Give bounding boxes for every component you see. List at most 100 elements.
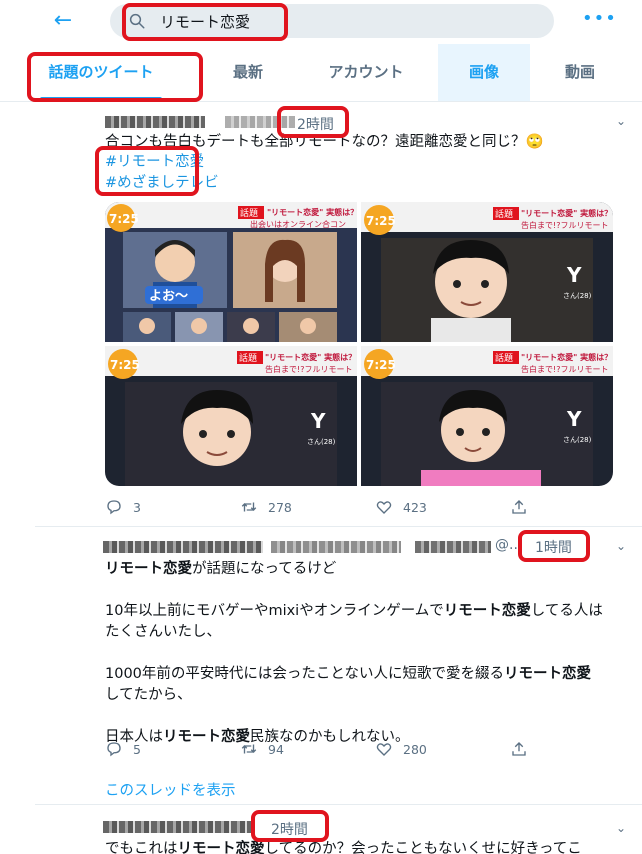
media-image[interactable]: 7:25 話題 "リモート恋愛" 実態は？ 告白まで!?フルリモート Y さん(… xyxy=(361,202,613,342)
retweet-count: 94 xyxy=(268,741,284,757)
reply-button[interactable]: 5 xyxy=(105,740,141,760)
clock-text: 7:25 xyxy=(110,358,140,372)
topic-badge: 話題 xyxy=(239,352,257,364)
tweet[interactable]: @... 1時間 ⌄ リモート恋愛が話題になってるけど 10年以上前にモバゲーや… xyxy=(35,527,642,805)
user-name-redacted xyxy=(103,821,253,833)
more-options-icon[interactable]: ••• xyxy=(582,8,617,29)
share-icon xyxy=(512,742,526,756)
user-name-redacted xyxy=(103,541,263,553)
person-note: さん(28) xyxy=(307,438,336,446)
subheadline-text: 告白まで!?フルリモート xyxy=(265,364,352,374)
heart-icon xyxy=(376,743,392,756)
keyword: リモート恋愛 xyxy=(177,841,265,854)
tv-screenshot: 7:25 話題 "リモート恋愛" 実態は？ 告白まで!?フルリモート Y さん(… xyxy=(361,202,613,342)
headline-text: "リモート恋愛" 実態は？ xyxy=(267,207,357,217)
subheadline-text: 告白まで!?フルリモート xyxy=(521,220,608,230)
like-button[interactable]: 423 xyxy=(375,498,427,518)
reply-count: 5 xyxy=(133,741,141,757)
text-part: 1000年前の平安時代には会ったことない人に短歌で愛を綴る xyxy=(105,666,504,682)
text-part: してる人は xyxy=(530,603,603,619)
retweet-count: 278 xyxy=(268,499,292,515)
show-thread-link[interactable]: このスレッドを表示 xyxy=(105,779,236,800)
person-letter: Y xyxy=(310,409,326,433)
user-name-redacted xyxy=(105,116,205,128)
user-handle-redacted xyxy=(225,116,295,128)
clock-text: 7:25 xyxy=(366,214,396,228)
topic-badge: 話題 xyxy=(495,352,513,364)
top-bar: ← リモート恋愛 ••• xyxy=(0,0,642,44)
retweet-button[interactable]: 278 xyxy=(240,498,292,518)
text-part: たくさんいたし、 xyxy=(105,624,221,640)
person-note: さん(28) xyxy=(563,292,592,300)
like-count: 423 xyxy=(403,499,427,515)
tweet-time[interactable]: 2時間 xyxy=(297,114,334,134)
retweet-button[interactable]: 94 xyxy=(240,740,284,760)
person-note: さん(28) xyxy=(563,436,592,444)
subheadline-text: 告白まで!?フルリモート xyxy=(521,364,608,374)
keyword: リモート恋愛 xyxy=(105,561,192,577)
tab-top-tweets[interactable]: 話題のツイート xyxy=(0,44,202,101)
hashtags: #リモート恋愛 #めざましテレビ xyxy=(105,152,219,194)
headline-text: "リモート恋愛" 実態は？ xyxy=(265,352,356,362)
share-icon xyxy=(512,500,526,514)
clock-text: 7:25 xyxy=(109,212,139,226)
hashtag-link[interactable]: #めざましテレビ xyxy=(105,173,219,194)
hashtag-link[interactable]: #リモート恋愛 xyxy=(105,152,219,173)
tab-accounts[interactable]: アカウント xyxy=(294,44,438,101)
heart-icon xyxy=(376,501,392,514)
back-arrow-icon[interactable]: ← xyxy=(48,8,78,34)
text-part: が話題になってるけど xyxy=(192,561,337,577)
clock-text: 7:25 xyxy=(366,358,396,372)
search-icon xyxy=(129,13,145,29)
search-box[interactable]: リモート恋愛 xyxy=(110,4,554,38)
reply-button[interactable]: 3 xyxy=(105,498,141,518)
person-letter: Y xyxy=(566,263,582,287)
topic-badge: 話題 xyxy=(240,207,258,219)
topic-badge: 話題 xyxy=(495,208,513,220)
user-handle[interactable]: @... xyxy=(495,537,522,553)
media-image[interactable]: 7:25 話題 "リモート恋愛" 実態は？ 告白まで!?フルリモート Y さん(… xyxy=(361,346,613,486)
retweet-icon xyxy=(241,502,257,512)
user-handle-redacted xyxy=(415,541,491,553)
tweet-text: でもこれはリモート恋愛してるのか？会ったこともないくせに好きってこ xyxy=(105,839,582,854)
tab-videos[interactable]: 動画 xyxy=(530,44,630,101)
share-button[interactable] xyxy=(510,498,528,518)
reply-count: 3 xyxy=(133,499,141,515)
tweet-media-grid[interactable]: 7:25 話題 "リモート恋愛" 実態は？ 出会いはオンライン合コン よお～ 7… xyxy=(105,202,613,486)
media-image[interactable]: 7:25 話題 "リモート恋愛" 実態は？ 出会いはオンライン合コン よお～ xyxy=(105,202,357,342)
person-letter: Y xyxy=(566,407,582,431)
tv-screenshot: 7:25 話題 "リモート恋愛" 実態は？ 出会いはオンライン合コン よお～ xyxy=(105,202,357,342)
keyword: リモート恋愛 xyxy=(443,603,531,619)
share-button[interactable] xyxy=(510,740,528,760)
speech-caption: よお～ xyxy=(149,289,188,304)
tweet-actions: 5 94 280 xyxy=(105,740,625,760)
chevron-down-icon[interactable]: ⌄ xyxy=(616,114,626,128)
tweet-time[interactable]: 2時間 xyxy=(271,819,308,839)
chevron-down-icon[interactable]: ⌄ xyxy=(616,821,626,835)
tv-screenshot: 7:25 話題 "リモート恋愛" 実態は？ 告白まで!?フルリモート Y さん(… xyxy=(361,346,613,486)
tab-latest[interactable]: 最新 xyxy=(202,44,294,101)
search-input[interactable]: リモート恋愛 xyxy=(160,11,250,32)
subheadline-text: 出会いはオンライン合コン xyxy=(250,219,346,229)
chevron-down-icon[interactable]: ⌄ xyxy=(616,539,626,553)
headline-text: "リモート恋愛" 実態は？ xyxy=(521,352,612,362)
tweet[interactable]: 2時間 ⌄ でもこれはリモート恋愛してるのか？会ったこともないくせに好きってこ xyxy=(35,805,642,854)
tv-screenshot: 7:25 話題 "リモート恋愛" 実態は？ 告白まで!?フルリモート Y さん(… xyxy=(105,346,357,486)
tab-images[interactable]: 画像 xyxy=(438,44,530,101)
like-button[interactable]: 280 xyxy=(375,740,427,760)
tweet-text: リモート恋愛が話題になってるけど 10年以上前にモバゲーやmixiやオンラインゲ… xyxy=(105,559,603,748)
media-image[interactable]: 7:25 話題 "リモート恋愛" 実態は？ 告白まで!?フルリモート Y さん(… xyxy=(105,346,357,486)
tweet[interactable]: 2時間 ⌄ 合コンも告白もデートも全部リモートなの？遠距離恋愛と同じ？🙄 #リモ… xyxy=(35,102,642,527)
headline-text: "リモート恋愛" 実態は？ xyxy=(521,208,612,218)
like-count: 280 xyxy=(403,741,427,757)
retweet-icon xyxy=(241,744,257,754)
search-tabs: 話題のツイート 最新 アカウント 画像 動画 xyxy=(0,44,642,102)
text-part: でもこれは xyxy=(105,841,178,854)
keyword: リモート恋愛 xyxy=(503,666,591,682)
text-part: してるのか？会ったこともないくせに好きってこ xyxy=(264,841,582,854)
text-part: 10年以上前にモバゲーやmixiやオンラインゲームで xyxy=(105,603,444,619)
tweet-time[interactable]: 1時間 xyxy=(535,537,572,557)
tweet-actions: 3 278 423 xyxy=(105,498,625,518)
reply-icon xyxy=(107,500,121,515)
user-handle-redacted xyxy=(271,541,401,553)
